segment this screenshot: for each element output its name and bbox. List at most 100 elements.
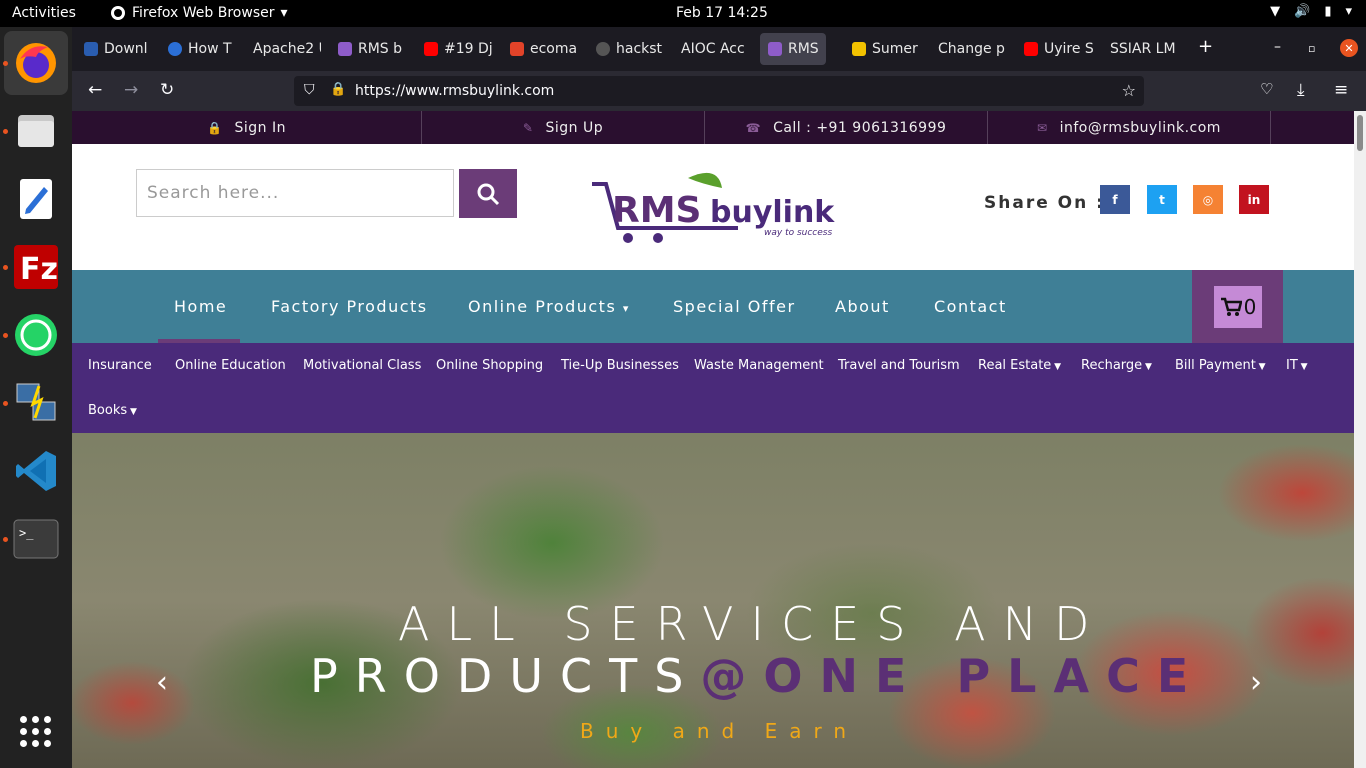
forward-button[interactable]: → [124,80,138,100]
sign-up-link[interactable]: ✎ Sign Up [422,111,705,144]
search-input[interactable]: Search here... [136,169,454,217]
firefox-icon [111,6,125,20]
clock[interactable]: Feb 17 14:25 [676,5,768,21]
scrollbar-thumb[interactable] [1357,115,1363,151]
subnav-insurance[interactable]: Insurance [88,358,152,373]
chevron-down-icon: ▾ [1345,4,1352,19]
app-menu[interactable]: Firefox Web Browser ▾ [110,5,288,21]
search-icon [477,183,500,205]
contact-bar: 🔒 Sign In ✎ Sign Up ☎ Call : +91 9061316999… [72,111,1354,144]
dock-text-editor[interactable] [4,167,68,231]
instagram-icon[interactable]: ◎ [1193,185,1223,214]
caret-down-icon: ▼ [127,407,137,417]
dock-network-app[interactable] [4,371,68,435]
subnav-motivational-class[interactable]: Motivational Class [303,358,421,373]
nav-about[interactable]: About [835,297,890,316]
site-header: Search here... RMS buylink way to succes… [72,144,1354,270]
subnav-online-education[interactable]: Online Education [175,358,286,373]
filezilla-icon: Fz [14,245,58,289]
carousel-next-icon[interactable]: › [1250,665,1262,700]
dock: Fz >_ [0,27,72,768]
tab-ecoma[interactable]: ecoma [502,33,580,65]
nav-online-products[interactable]: Online Products ▾ [468,297,630,316]
dock-vscode[interactable] [4,439,68,503]
app-menu-label: Firefox Web Browser [132,5,275,21]
wifi-icon: ▼ [1270,4,1281,19]
menu-icon[interactable]: ≡ [1334,80,1348,100]
tab-favicon [852,42,866,56]
tab-download[interactable]: Downl [76,33,154,65]
caret-down-icon: ▾ [622,302,630,315]
show-apps-grid-icon[interactable] [20,716,52,748]
tab-bar: Downl How T Apache2 U RMS b #19 Dj ecoma… [72,27,1366,71]
main-navigation: Home Factory Products Online Products ▾ … [72,270,1354,343]
nav-factory-products[interactable]: Factory Products [271,297,428,316]
search-button[interactable] [459,169,517,218]
dock-filezilla[interactable]: Fz [4,235,68,299]
subnav-real-estate[interactable]: Real Estate ▼ [978,358,1061,373]
subnav-it[interactable]: IT ▼ [1286,358,1308,373]
carousel-prev-icon[interactable]: ‹ [156,665,168,700]
url-text[interactable]: https://www.rmsbuylink.com [355,83,554,99]
nav-special-offer[interactable]: Special Offer [673,297,796,316]
nav-contact[interactable]: Contact [934,297,1007,316]
dock-firefox[interactable] [4,31,68,95]
tab-sumer[interactable]: Sumer [844,33,922,65]
tab-favicon [768,42,782,56]
back-button[interactable]: ← [88,80,102,100]
caret-down-icon: ▼ [1255,362,1266,372]
tab-rms-b[interactable]: RMS b [330,33,406,65]
cart-button[interactable]: 0 [1214,286,1262,328]
terminal-icon: >_ [13,519,59,559]
cart-count: 0 [1243,295,1257,319]
download-icon[interactable]: ⤓ [1297,80,1305,100]
firefox-window: Downl How T Apache2 U RMS b #19 Dj ecoma… [72,27,1366,768]
close-window-button[interactable]: ✕ [1340,39,1358,57]
maximize-button[interactable]: ▫ [1308,42,1315,55]
minimize-button[interactable]: – [1274,39,1281,55]
subnav-bill-payment[interactable]: Bill Payment ▼ [1175,358,1266,373]
nav-home[interactable]: Home [174,297,227,316]
url-bar[interactable]: ⛉ 🔒 https://www.rmsbuylink.com ☆ [294,76,1144,106]
page-scrollbar[interactable] [1354,111,1366,768]
dock-terminal[interactable]: >_ [4,507,68,571]
lock-icon[interactable]: 🔒 [330,82,346,97]
tab-rms-active[interactable]: RMS× [760,33,826,65]
pocket-icon[interactable]: ♡ [1260,80,1273,98]
tab-change-p[interactable]: Change p [930,33,1008,65]
linkedin-icon[interactable]: in [1239,185,1269,214]
new-tab-button[interactable]: + [1198,36,1213,57]
subnav-online-shopping[interactable]: Online Shopping [436,358,543,373]
email-link[interactable]: ✉ info@rmsbuylink.com [988,111,1271,144]
shield-icon[interactable]: ⛉ [304,82,315,98]
youtube-icon [424,42,438,56]
subnav-books[interactable]: Books ▼ [88,403,137,418]
twitter-icon[interactable]: t [1147,185,1177,214]
hero-subtitle: Buy and Earn [580,719,859,743]
reload-button[interactable]: ↻ [160,80,174,100]
tab-hackst[interactable]: hackst [588,33,666,65]
cart-icon [1220,297,1242,316]
tab-ssiar[interactable]: SSIAR LM [1102,33,1178,65]
dock-files[interactable] [4,99,68,163]
site-logo[interactable]: RMS buylink way to success [588,168,838,248]
tab-apache2[interactable]: Apache2 U [245,33,321,65]
subnav-waste-management[interactable]: Waste Management [694,358,824,373]
tab-favicon [84,42,98,56]
subnav-travel-and-tourism[interactable]: Travel and Tourism [838,358,960,373]
facebook-icon[interactable]: f [1100,185,1130,214]
dock-whatsapp[interactable] [4,303,68,367]
tab-how-to[interactable]: How T [160,33,236,65]
firefox-icon [16,43,56,83]
subnav-recharge[interactable]: Recharge ▼ [1081,358,1152,373]
sign-in-link[interactable]: 🔒 Sign In [72,111,422,144]
tab-uyire[interactable]: Uyire S [1016,33,1094,65]
call-link[interactable]: ☎ Call : +91 9061316999 [705,111,988,144]
tab-youtube-19[interactable]: #19 Dj [416,33,494,65]
subnav-tie-up-businesses[interactable]: Tie-Up Businesses [561,358,679,373]
tab-aioc[interactable]: AIOC Acc [673,33,751,65]
system-tray[interactable]: ▼ 🔊 ▮ ▾ [1270,4,1352,19]
activities-button[interactable]: Activities [12,5,76,21]
bookmark-star-icon[interactable]: ☆ [1122,81,1136,100]
logo-rms-text: RMS [612,190,701,231]
